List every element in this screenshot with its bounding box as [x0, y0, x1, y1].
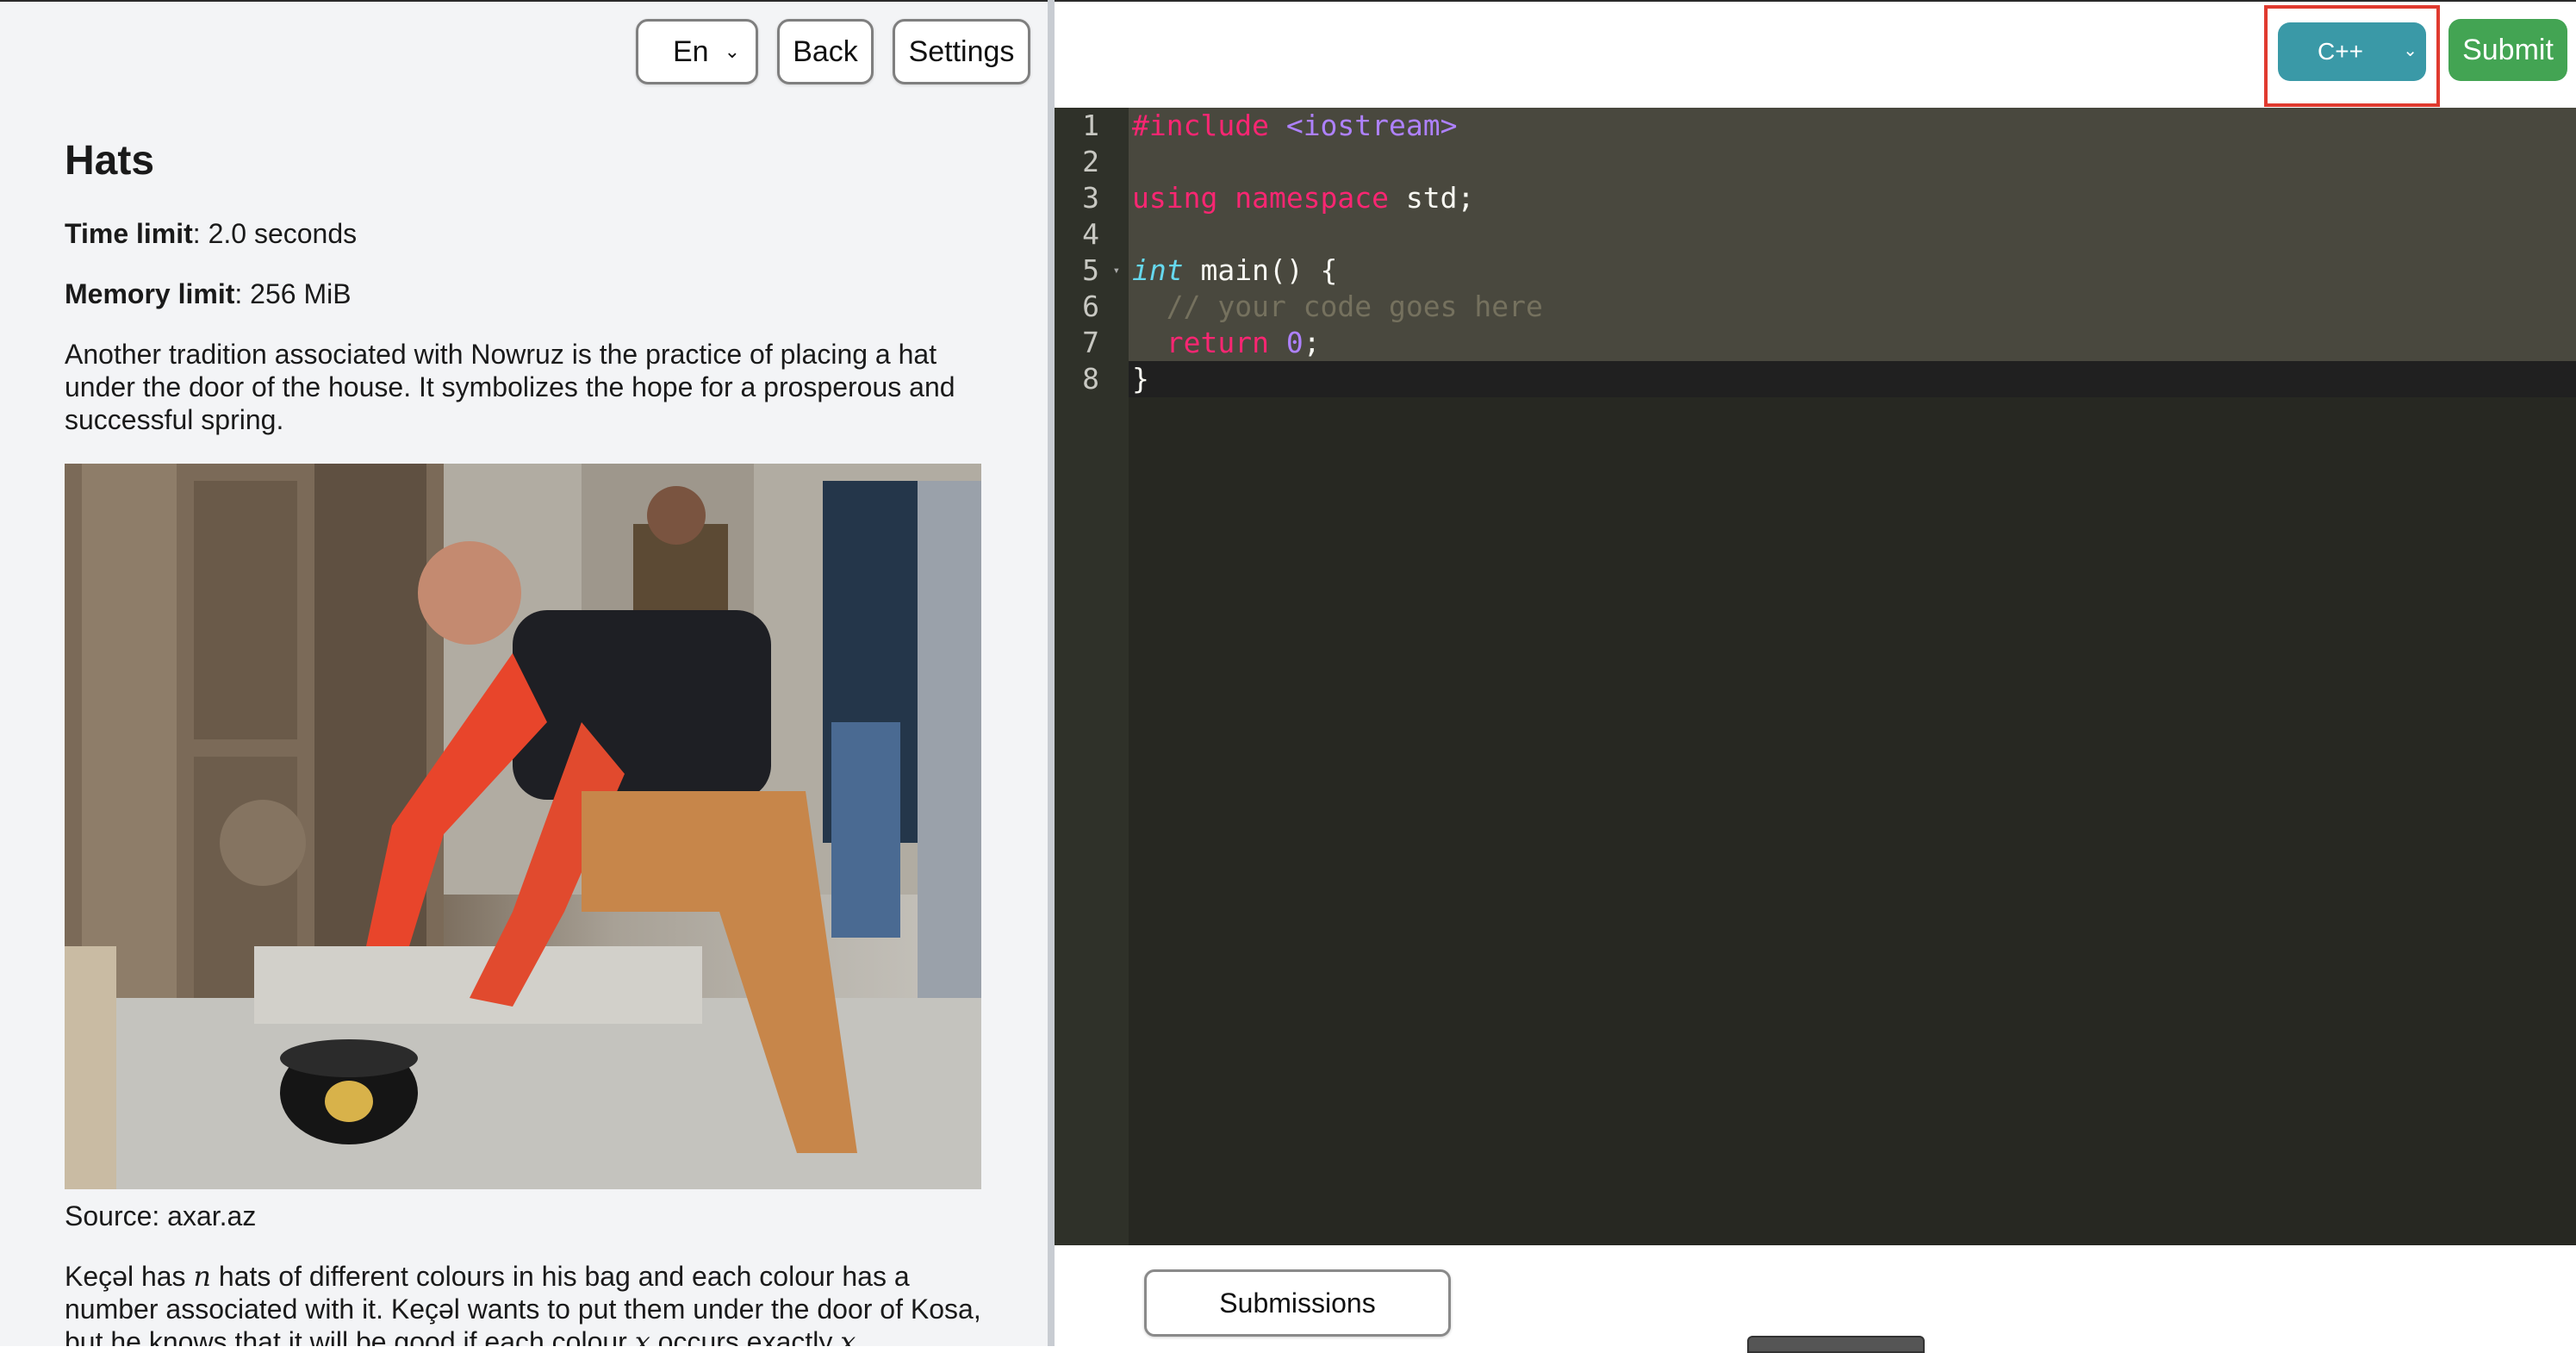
resize-handle[interactable] — [1747, 1336, 1925, 1353]
memory-limit-value: : 256 MiB — [234, 278, 352, 309]
line-number: 2 — [1082, 145, 1099, 178]
code-line: return 0; — [1129, 325, 2576, 361]
bottom-bar: Submissions — [1055, 1245, 2576, 1353]
code-comment: // your code goes here — [1132, 290, 1543, 323]
closing-brace: } — [1132, 362, 1149, 396]
keyword-namespace: namespace — [1217, 181, 1390, 215]
code-line: // your code goes here — [1129, 289, 2576, 325]
language-select-value: En — [673, 34, 709, 68]
photo-caption: Source: axar.az — [65, 1200, 257, 1231]
keyword-return: return — [1166, 326, 1269, 359]
settings-button[interactable]: Settings — [893, 19, 1030, 84]
line-number: 5 ▾ — [1055, 253, 1129, 289]
include-header: <iostream> — [1268, 109, 1458, 142]
line-number: 8 — [1082, 362, 1099, 396]
keyword-using: using — [1132, 181, 1218, 215]
memory-limit: Memory limit: 256 MiB — [65, 277, 982, 310]
code-line: } — [1129, 361, 2576, 397]
math-var-x-2: x — [840, 1325, 856, 1346]
problem-toolbar: En ⌄ Back Settings — [636, 19, 1030, 84]
line-number: 7 — [1082, 326, 1099, 359]
language-select[interactable]: En ⌄ — [636, 19, 758, 84]
problem-panel: En ⌄ Back Settings Hats Time limit: 2.0 … — [0, 0, 1048, 1346]
type-int: int — [1132, 253, 1184, 287]
chevron-down-icon: ⌄ — [724, 41, 740, 62]
panel-splitter[interactable] — [1048, 0, 1055, 1346]
number-literal: 0 — [1285, 326, 1304, 359]
line-number: 6 — [1082, 290, 1099, 323]
line-number: 3 — [1082, 181, 1099, 215]
code-text: ; — [1303, 326, 1321, 359]
time-limit-value: : 2.0 seconds — [192, 218, 358, 249]
preprocessor-directive: #include — [1132, 109, 1269, 142]
submit-button[interactable]: Submit — [2448, 19, 2567, 81]
code-line: #include <iostream> — [1129, 108, 2576, 144]
time-limit: Time limit: 2.0 seconds — [65, 217, 982, 250]
line-number-gutter: 1 2 3 4 5 ▾ 6 7 8 — [1055, 108, 1129, 1245]
editor-panel: C++ ⌄ Submit 1 2 3 4 5 ▾ 6 7 8 #include <… — [1055, 0, 2576, 1353]
line-number: 4 — [1082, 217, 1099, 251]
problem-intro: Another tradition associated with Nowruz… — [65, 339, 955, 435]
back-button[interactable]: Back — [777, 19, 874, 84]
chevron-down-icon: ⌄ — [2403, 41, 2417, 60]
math-var-n: n — [193, 1260, 212, 1293]
memory-limit-label: Memory limit — [65, 278, 235, 309]
code-area[interactable]: #include <iostream> using namespace std;… — [1129, 108, 2576, 1245]
statement-part-3: occurs exactly — [650, 1326, 841, 1346]
code-language-select[interactable]: C++ ⌄ — [2278, 22, 2426, 81]
problem-statement: Hats Time limit: 2.0 seconds Memory limi… — [65, 131, 982, 1346]
code-text: std; — [1389, 181, 1475, 215]
line-number-value: 5 — [1082, 253, 1099, 287]
line-number: 1 — [1082, 109, 1099, 142]
math-var-x: x — [634, 1325, 650, 1346]
problem-photo — [65, 464, 981, 1189]
code-line: using namespace std; — [1129, 180, 2576, 216]
submissions-button[interactable]: Submissions — [1144, 1269, 1451, 1337]
statement-part-1: Keçəl has — [65, 1261, 194, 1292]
problem-title: Hats — [65, 138, 155, 184]
code-language-value: C++ — [2318, 38, 2363, 65]
problem-statement-text: Keçəl has n hats of different colours in… — [65, 1260, 982, 1346]
code-line: int main() { — [1129, 253, 2576, 289]
time-limit-label: Time limit — [65, 218, 193, 249]
fold-arrow-icon[interactable]: ▾ — [1113, 253, 1120, 289]
code-text: main() { — [1183, 253, 1338, 287]
code-editor[interactable]: 1 2 3 4 5 ▾ 6 7 8 #include <iostream> usi… — [1055, 108, 2576, 1245]
